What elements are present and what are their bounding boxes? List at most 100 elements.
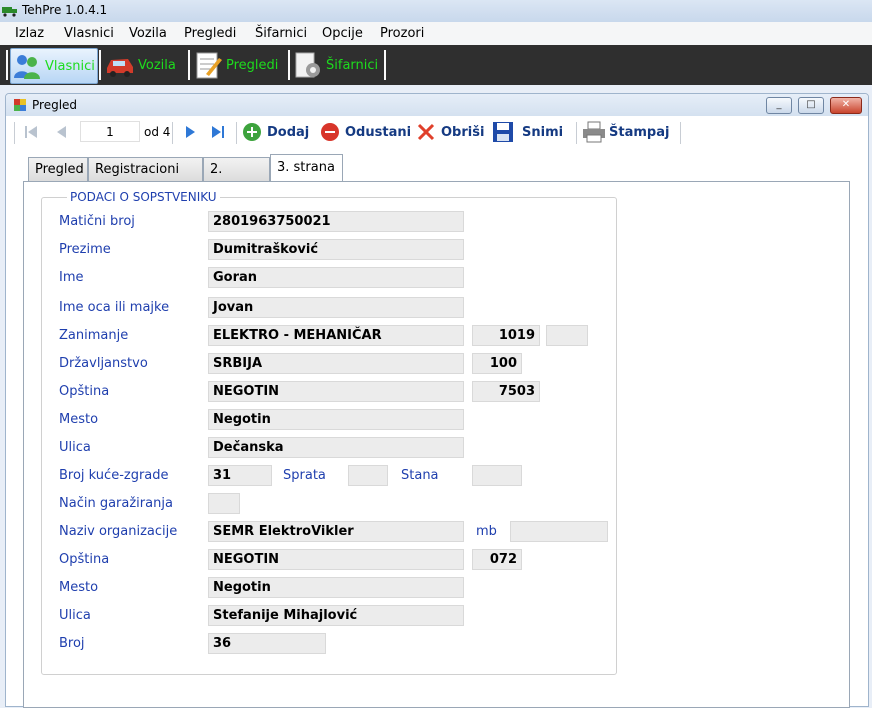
odustani-button[interactable]: Odustani <box>320 122 411 142</box>
mesto-field[interactable]: Negotin <box>208 409 464 430</box>
vlasnici-button[interactable]: Vlasnici <box>10 48 98 84</box>
drzavljanstvo-label: Državljanstvo <box>59 356 148 371</box>
stana-field[interactable] <box>472 465 522 486</box>
tab-3-strana[interactable]: 3. strana <box>270 154 343 182</box>
menu-pregledi[interactable]: Pregledi <box>184 26 236 41</box>
opstina-code-field[interactable]: 7503 <box>472 381 540 402</box>
mb-field[interactable] <box>510 521 608 542</box>
maximize-button[interactable]: □ <box>798 97 824 114</box>
zanimanje-field[interactable]: ELEKTRO - MEHANIČAR <box>208 325 464 346</box>
ime-oca-label: Ime oca ili majke <box>59 300 170 315</box>
org-opstina-label: Opština <box>59 552 110 567</box>
snimi-button[interactable]: Snimi <box>492 122 563 142</box>
stana-label: Stana <box>401 468 439 483</box>
window-title: Pregled <box>32 98 78 112</box>
stampaj-label: Štampaj <box>609 124 670 140</box>
owners-icon <box>14 55 40 79</box>
vlasnici-label: Vlasnici <box>45 58 95 74</box>
toolbar-separator <box>99 50 101 80</box>
drzavljanstvo-field[interactable]: SRBIJA <box>208 353 464 374</box>
minimize-button[interactable]: _ <box>766 97 792 114</box>
stampaj-button[interactable]: Štampaj <box>582 121 670 143</box>
menu-vlasnici[interactable]: Vlasnici <box>64 26 114 41</box>
record-position-input[interactable]: 1 <box>80 121 140 142</box>
truck-icon <box>2 7 17 17</box>
pregledi-button[interactable]: Pregledi <box>192 48 284 82</box>
zanimanje-extra-field[interactable] <box>546 325 588 346</box>
close-button[interactable]: ✕ <box>830 97 862 114</box>
org-opstina-code-field[interactable]: 072 <box>472 549 522 570</box>
tab-pregled[interactable]: Pregled <box>28 157 88 181</box>
org-ulica-field[interactable]: Stefanije Mihajlović <box>208 605 464 626</box>
org-mesto-label: Mesto <box>59 580 99 595</box>
menu-opcije[interactable]: Opcije <box>322 26 363 41</box>
toolbar-separator <box>576 122 577 144</box>
toolbar-separator <box>14 122 15 144</box>
menu-sifarnici[interactable]: Šifarnici <box>255 26 307 41</box>
record-toolbar: 1 od 4 Dodaj Odustani Obriši Snimi Štamp… <box>6 116 868 148</box>
toolbar-separator <box>236 122 237 144</box>
pregled-window: Pregled _ □ ✕ 1 od 4 Dodaj Odustani Obri… <box>5 93 869 708</box>
window-icon <box>14 99 26 111</box>
dodaj-label: Dodaj <box>267 124 310 140</box>
drzavljanstvo-code-field[interactable]: 100 <box>472 353 522 374</box>
vozila-label: Vozila <box>138 57 176 73</box>
owner-data-group: PODACI O SOPSTVENIKU Matični broj 280196… <box>41 190 617 675</box>
main-toolbar: Vlasnici Vozila Pregledi Šifarnici <box>0 45 872 85</box>
broj-kuce-label: Broj kuće-zgrade <box>59 468 169 483</box>
delete-icon <box>417 123 435 141</box>
zanimanje-code-field[interactable]: 1019 <box>472 325 540 346</box>
obrisi-label: Obriši <box>441 124 485 140</box>
app-title-bar: TehPre 1.0.4.1 <box>0 0 872 22</box>
zanimanje-label: Zanimanje <box>59 328 129 343</box>
tab-2-strana[interactable]: 2. strana <box>203 157 270 201</box>
toolbar-separator <box>172 122 173 144</box>
menu-izlaz[interactable]: Izlaz <box>15 26 44 41</box>
record-count-label: od 4 <box>144 125 171 139</box>
printer-icon <box>583 121 605 143</box>
opstina-field[interactable]: NEGOTIN <box>208 381 464 402</box>
sifarnici-button[interactable]: Šifarnici <box>292 48 382 82</box>
prev-record-icon[interactable] <box>54 124 70 140</box>
sprata-field[interactable] <box>348 465 388 486</box>
menu-prozori[interactable]: Prozori <box>380 26 424 41</box>
nacin-garaziranja-label: Način garažiranja <box>59 496 173 511</box>
menu-vozila[interactable]: Vozila <box>129 26 167 41</box>
vozila-button[interactable]: Vozila <box>104 48 184 82</box>
obrisi-button[interactable]: Obriši <box>416 122 484 142</box>
sprata-label: Sprata <box>283 468 326 483</box>
naziv-organizacije-label: Naziv organizacije <box>59 524 178 539</box>
ime-field[interactable]: Goran <box>208 267 464 288</box>
toolbar-separator <box>384 50 386 80</box>
mb-label: mb <box>476 524 497 539</box>
org-broj-field[interactable]: 36 <box>208 633 326 654</box>
maticni-broj-label: Matični broj <box>59 214 135 229</box>
opstina-label: Opština <box>59 384 110 399</box>
prezime-label: Prezime <box>59 242 111 257</box>
mesto-label: Mesto <box>59 412 99 427</box>
snimi-label: Snimi <box>522 124 564 140</box>
notepad-icon <box>196 52 222 79</box>
toolbar-separator <box>6 50 8 80</box>
ime-label: Ime <box>59 270 84 285</box>
next-record-icon[interactable] <box>182 124 198 140</box>
last-record-icon[interactable] <box>210 124 226 140</box>
toolbar-separator <box>188 50 190 80</box>
org-broj-label: Broj <box>59 636 85 651</box>
ulica-field[interactable]: Dečanska <box>208 437 464 458</box>
save-icon <box>493 122 513 142</box>
prezime-field[interactable]: Dumitrašković <box>208 239 464 260</box>
org-mesto-field[interactable]: Negotin <box>208 577 464 598</box>
broj-kuce-field[interactable]: 31 <box>208 465 272 486</box>
org-opstina-field[interactable]: NEGOTIN <box>208 549 464 570</box>
dodaj-button[interactable]: Dodaj <box>242 122 309 142</box>
maticni-broj-field[interactable]: 2801963750021 <box>208 211 464 232</box>
first-record-icon[interactable] <box>23 124 39 140</box>
tab-registracioni-list[interactable]: Registracioni list <box>88 157 203 201</box>
naziv-organizacije-field[interactable]: SEMR ElektroVikler <box>208 521 464 542</box>
settings-doc-icon <box>295 52 320 78</box>
ime-oca-field[interactable]: Jovan <box>208 297 464 318</box>
sifarnici-label: Šifarnici <box>326 57 379 73</box>
odustani-label: Odustani <box>345 124 412 140</box>
nacin-garaziranja-field[interactable] <box>208 493 240 514</box>
